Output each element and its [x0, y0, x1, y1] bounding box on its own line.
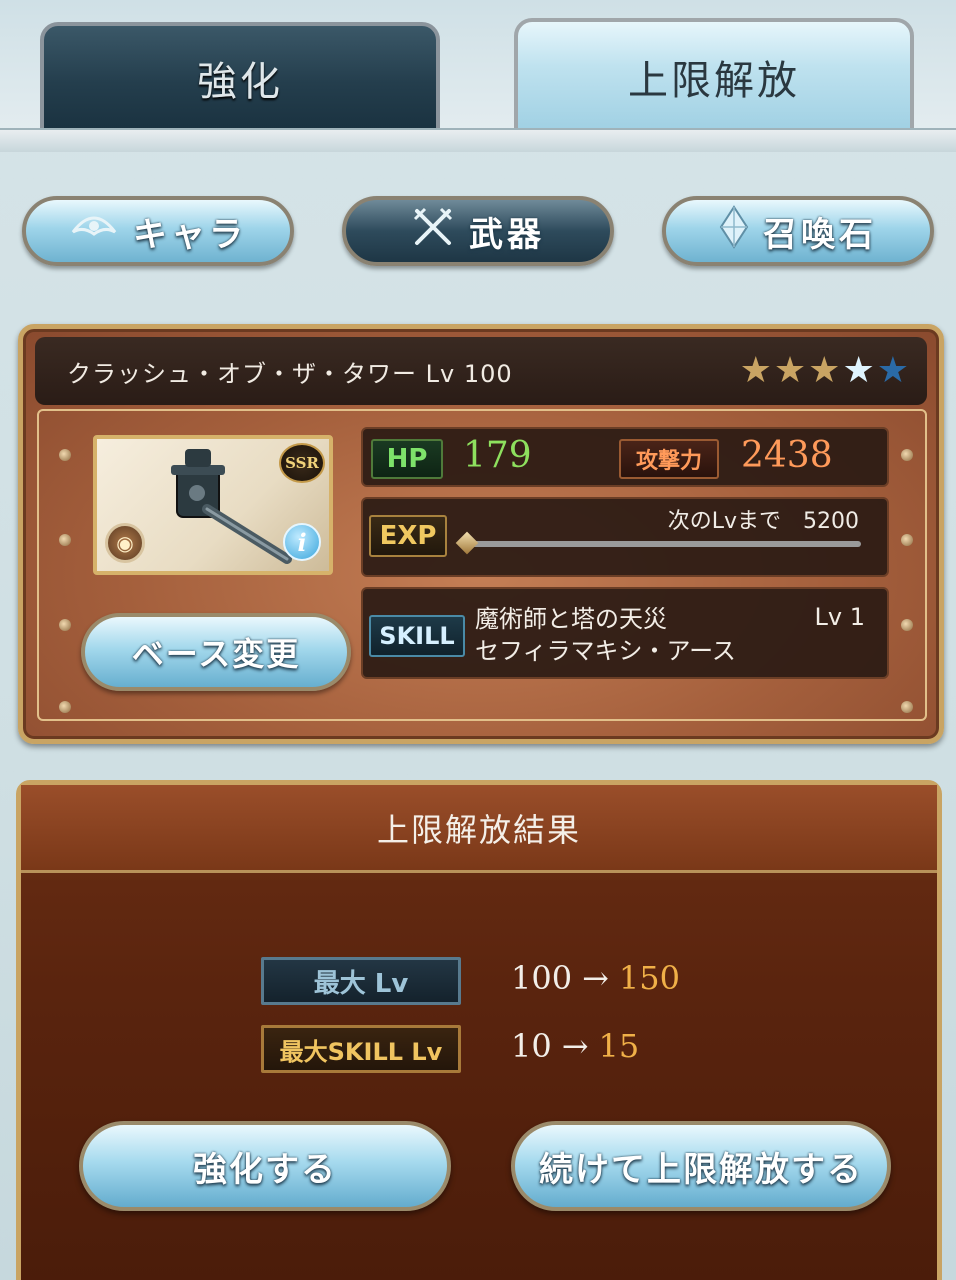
rivet-icon [901, 534, 913, 546]
category-weapon-label: 武器 [469, 214, 545, 255]
star-empty-icon: ★ [876, 350, 909, 391]
max-skill-lv-values: 10 → 15 [511, 1027, 639, 1065]
skill-label: SKILL [369, 615, 465, 657]
arrow-right-icon: → [561, 1027, 589, 1065]
exp-bar [471, 541, 861, 547]
star-filled-icon: ★ [808, 350, 841, 391]
stats-row: HP 179 攻撃力 2438 [361, 427, 889, 487]
exp-next-level: 次のLvまで 5200 [667, 509, 859, 534]
skill-row: SKILL 魔術師と塔の天災 セフィラマキシ・アース Lv 1 [361, 587, 889, 679]
character-icon [69, 210, 119, 252]
skill-name-line-2: セフィラマキシ・アース [475, 637, 736, 665]
hp-label: HP [371, 439, 443, 479]
rivet-icon [901, 701, 913, 713]
atk-label: 攻撃力 [619, 439, 719, 479]
exp-marker-icon [455, 531, 479, 555]
crystal-icon [719, 205, 749, 257]
rivet-icon [59, 534, 71, 546]
rivet-icon [901, 619, 913, 631]
max-lv-from: 100 [511, 959, 573, 997]
hp-value: 179 [463, 435, 532, 476]
exp-label: EXP [369, 515, 447, 557]
result-title: 上限解放結果 [21, 785, 937, 873]
tab-uncap[interactable]: 上限解放 [514, 18, 914, 136]
max-skill-to: 15 [598, 1027, 640, 1065]
category-summon-label: 召喚石 [763, 214, 877, 255]
continue-uncap-button[interactable]: 続けて上限解放する [511, 1121, 891, 1211]
star-filled-icon: ★ [739, 350, 772, 391]
ssr-badge: SSR [279, 443, 325, 483]
category-summon-button[interactable]: 召喚石 [662, 196, 934, 266]
max-lv-to: 150 [618, 959, 680, 997]
weapon-thumbnail[interactable]: SSR ◉ i [93, 435, 333, 575]
rivet-icon [59, 449, 71, 461]
max-skill-from: 10 [511, 1027, 552, 1065]
rivet-icon [901, 449, 913, 461]
earth-element-icon: ◉ [105, 523, 145, 563]
crossed-swords-icon [411, 205, 455, 257]
skill-level: Lv 1 [814, 603, 865, 631]
atk-value: 2438 [741, 435, 833, 476]
arrow-right-icon: → [582, 959, 609, 997]
category-weapon-button[interactable]: 武器 [342, 196, 614, 266]
item-panel: クラッシュ・オブ・ザ・タワー Lv 100 ★ ★ ★ ★ ★ SSR ◉ i … [18, 324, 944, 744]
tab-enhance[interactable]: 強化 [40, 22, 440, 134]
star-filled-icon: ★ [773, 350, 807, 391]
max-lv-values: 100 → 150 [511, 959, 680, 997]
uncap-stars: ★ ★ ★ ★ ★ [740, 353, 909, 389]
star-blue-icon: ★ [842, 350, 875, 391]
max-skill-lv-label: 最大SKILL Lv [261, 1025, 461, 1073]
max-lv-label: 最大 Lv [261, 957, 461, 1005]
skill-name: 魔術師と塔の天災 セフィラマキシ・アース [475, 603, 736, 667]
enhance-button[interactable]: 強化する [79, 1121, 451, 1211]
category-chara-button[interactable]: キャラ [22, 196, 294, 266]
rivet-icon [59, 619, 71, 631]
exp-row: EXP 次のLvまで 5200 [361, 497, 889, 577]
info-icon[interactable]: i [283, 523, 321, 561]
rivet-icon [59, 701, 71, 713]
item-header: クラッシュ・オブ・ザ・タワー Lv 100 ★ ★ ★ ★ ★ [35, 337, 927, 405]
tab-bar: 強化 上限解放 [0, 0, 956, 152]
category-chara-label: キャラ [133, 214, 247, 255]
item-name: クラッシュ・オブ・ザ・タワー Lv 100 [67, 359, 513, 388]
uncap-result-panel: 上限解放結果 最大 Lv 100 → 150 最大SKILL Lv 10 → 15 強化… [16, 780, 942, 1280]
base-change-button[interactable]: ベース変更 [81, 613, 351, 691]
skill-name-line-1: 魔術師と塔の天災 [475, 605, 667, 633]
